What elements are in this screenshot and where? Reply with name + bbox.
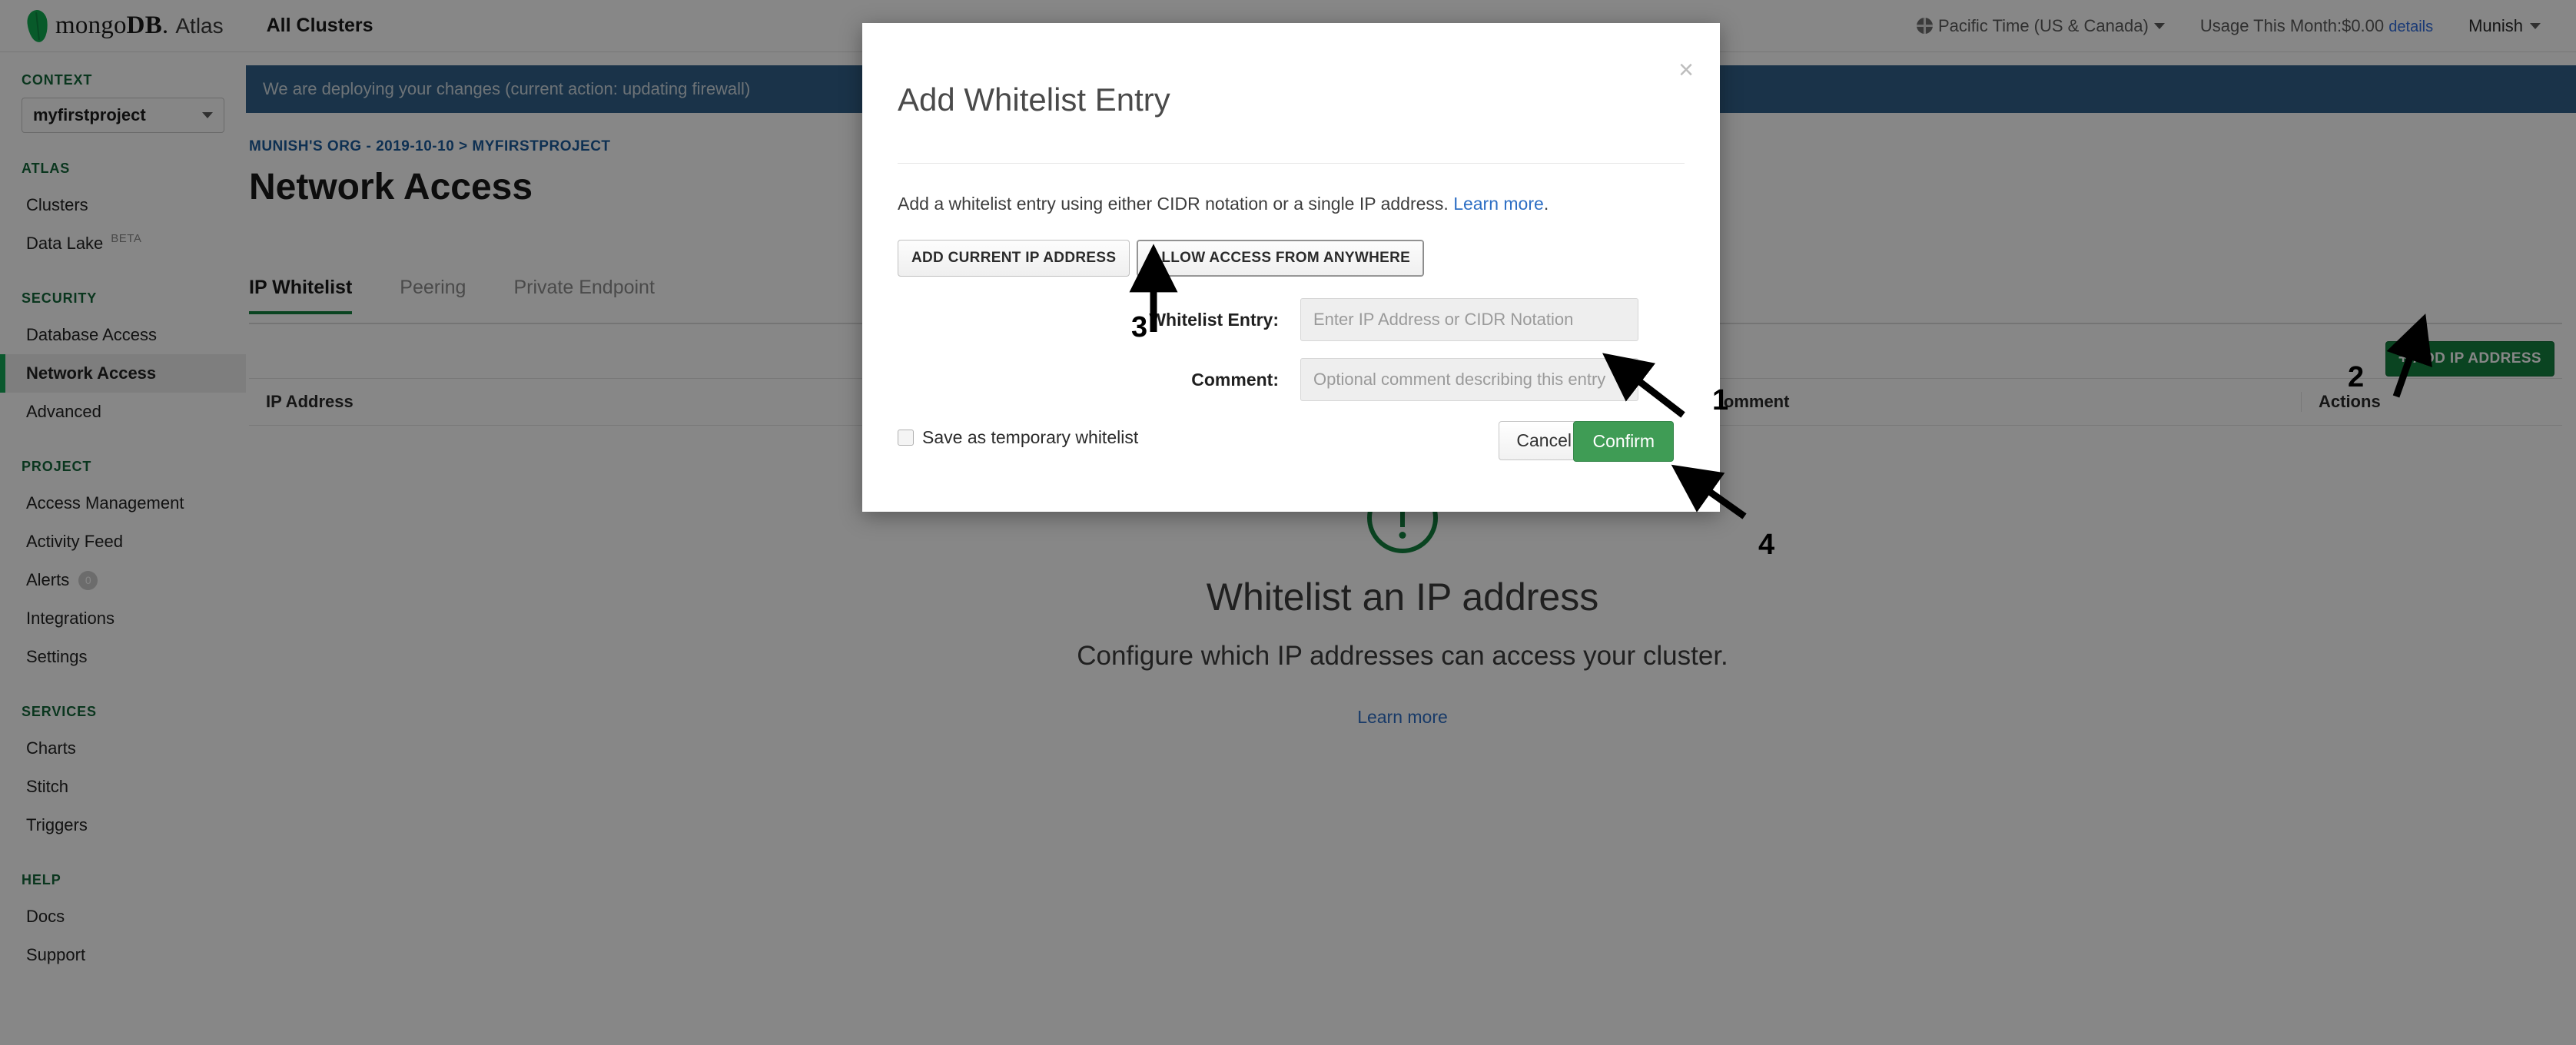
whitelist-entry-input[interactable]: Enter IP Address or CIDR Notation bbox=[1300, 298, 1638, 341]
all-clusters-link[interactable]: All Clusters bbox=[267, 15, 373, 37]
project-context-value: myfirstproject bbox=[33, 105, 146, 124]
sidebar-group-context: CONTEXT bbox=[22, 72, 93, 88]
beta-badge: BETA bbox=[111, 231, 142, 245]
sidebar-group-help: HELP bbox=[22, 872, 61, 887]
chevron-down-icon bbox=[202, 112, 213, 118]
chevron-down-icon bbox=[2530, 22, 2541, 29]
modal-description-text: Add a whitelist entry using either CIDR … bbox=[898, 194, 1454, 214]
sidebar-item-integrations[interactable]: Integrations bbox=[0, 599, 246, 638]
modal-footer: Save as temporary whitelist Cancel Confi… bbox=[862, 396, 1720, 512]
sidebar-item-label: Charts bbox=[26, 738, 76, 758]
modal-description-suffix: . bbox=[1543, 194, 1549, 214]
user-menu[interactable]: Munish bbox=[2468, 16, 2541, 36]
sidebar-item-network-access[interactable]: Network Access bbox=[0, 354, 246, 393]
sidebar-item-label: Database Access bbox=[26, 325, 157, 344]
sidebar-item-database-access[interactable]: Database Access bbox=[0, 316, 246, 354]
brand-atlas-text: Atlas bbox=[175, 13, 224, 38]
column-header-comment: Comment bbox=[1694, 392, 2301, 412]
confirm-button[interactable]: Confirm bbox=[1573, 421, 1674, 462]
modal-title: Add Whitelist Entry bbox=[898, 81, 1170, 118]
timezone-label: Pacific Time (US & Canada) bbox=[1937, 15, 2149, 35]
sidebar-item-label: Network Access bbox=[26, 363, 157, 383]
comment-input[interactable]: Optional comment describing this entry bbox=[1300, 358, 1638, 401]
mongodb-leaf-icon bbox=[25, 8, 50, 43]
sidebar-item-label: Data Lake bbox=[26, 234, 104, 253]
brand-wordmark: mongoDB. bbox=[55, 12, 168, 40]
add-ip-address-button[interactable]: + ADD IP ADDRESS bbox=[2385, 341, 2554, 377]
plus-icon: + bbox=[2398, 348, 2408, 367]
empty-state-subtitle: Configure which IP addresses can access … bbox=[1077, 641, 1728, 671]
breadcrumb[interactable]: MUNISH'S ORG - 2019-10-10 > MYFIRSTPROJE… bbox=[249, 138, 611, 155]
sidebar-item-data-lake[interactable]: Data Lake BETA bbox=[0, 224, 246, 263]
sidebar-item-label: Access Management bbox=[26, 493, 184, 513]
modal-divider bbox=[898, 163, 1685, 164]
allow-access-from-anywhere-button[interactable]: ALLOW ACCESS FROM ANYWHERE bbox=[1137, 240, 1425, 277]
sidebar-item-label: Settings bbox=[26, 647, 88, 666]
brand-mongo-text: mongo bbox=[55, 12, 127, 39]
timezone-selector[interactable]: Pacific Time (US & Canada) bbox=[1916, 15, 2165, 36]
save-as-temporary-whitelist-checkbox[interactable]: Save as temporary whitelist bbox=[898, 427, 1138, 448]
sidebar-item-label: Docs bbox=[26, 907, 65, 926]
page-title: Network Access bbox=[249, 167, 533, 207]
add-whitelist-entry-modal: × Add Whitelist Entry Add a whitelist en… bbox=[862, 23, 1720, 512]
mongodb-atlas-logo[interactable]: mongoDB. Atlas bbox=[25, 8, 224, 43]
add-ip-address-label: ADD IP ADDRESS bbox=[2412, 350, 2541, 367]
checkbox-icon bbox=[898, 430, 914, 446]
add-current-ip-address-button[interactable]: ADD CURRENT IP ADDRESS bbox=[898, 240, 1130, 277]
project-context-selector[interactable]: myfirstproject bbox=[22, 98, 224, 133]
checkbox-label: Save as temporary whitelist bbox=[922, 427, 1139, 447]
alerts-count-badge: 0 bbox=[78, 570, 98, 590]
sidebar-item-label: Alerts bbox=[26, 570, 70, 589]
sidebar-item-stitch[interactable]: Stitch bbox=[0, 768, 246, 806]
sidebar-item-label: Activity Feed bbox=[26, 532, 123, 551]
sidebar-item-support[interactable]: Support bbox=[0, 936, 246, 974]
empty-state-learn-more-link[interactable]: Learn more bbox=[1357, 707, 1448, 727]
globe-icon bbox=[1916, 18, 1933, 34]
sidebar-item-label: Stitch bbox=[26, 777, 69, 796]
tab-ip-whitelist[interactable]: IP Whitelist bbox=[249, 277, 353, 314]
empty-state: Whitelist an IP address Configure which … bbox=[246, 483, 2559, 728]
sidebar-item-label: Triggers bbox=[26, 815, 88, 834]
sidebar-group-atlas: ATLAS bbox=[22, 161, 71, 176]
sidebar-item-docs[interactable]: Docs bbox=[0, 897, 246, 936]
screen-root: mongoDB. Atlas All Clusters Pacific Time… bbox=[0, 0, 2576, 1045]
tab-peering[interactable]: Peering bbox=[400, 277, 466, 314]
sidebar-item-triggers[interactable]: Triggers bbox=[0, 806, 246, 844]
chevron-down-icon bbox=[2153, 22, 2165, 29]
close-icon[interactable]: × bbox=[1678, 57, 1694, 83]
sidebar-item-advanced[interactable]: Advanced bbox=[0, 393, 246, 431]
tab-private-endpoint[interactable]: Private Endpoint bbox=[513, 277, 654, 314]
brand-dot: . bbox=[161, 12, 169, 39]
sidebar-item-alerts[interactable]: Alerts 0 bbox=[0, 561, 246, 599]
sidebar-group-project: PROJECT bbox=[22, 459, 92, 474]
sidebar-item-access-management[interactable]: Access Management bbox=[0, 484, 246, 522]
empty-state-title: Whitelist an IP address bbox=[1206, 576, 1599, 619]
sidebar: CONTEXT myfirstproject ATLAS Clusters Da… bbox=[0, 52, 246, 1045]
sidebar-group-services: SERVICES bbox=[22, 704, 97, 719]
sidebar-item-label: Integrations bbox=[26, 609, 115, 628]
quick-action-buttons: ADD CURRENT IP ADDRESS ALLOW ACCESS FROM… bbox=[898, 240, 1425, 277]
sidebar-item-label: Support bbox=[26, 945, 86, 964]
sidebar-item-activity-feed[interactable]: Activity Feed bbox=[0, 522, 246, 561]
comment-row: Comment: Optional comment describing thi… bbox=[862, 358, 1720, 401]
usage-label: Usage This Month:$0.00 bbox=[2199, 15, 2385, 35]
comment-label: Comment: bbox=[1191, 369, 1279, 390]
whitelist-entry-label: Whitelist Entry: bbox=[1149, 309, 1279, 330]
usage-details-link[interactable]: details bbox=[2388, 18, 2433, 35]
modal-learn-more-link[interactable]: Learn more bbox=[1453, 194, 1544, 214]
topbar-right-group: Pacific Time (US & Canada) Usage This Mo… bbox=[1916, 15, 2541, 36]
sidebar-item-label: Advanced bbox=[26, 402, 101, 421]
whitelist-entry-row: Whitelist Entry: Enter IP Address or CID… bbox=[862, 298, 1720, 341]
sidebar-item-label: Clusters bbox=[26, 195, 88, 214]
sidebar-item-settings[interactable]: Settings bbox=[0, 638, 246, 676]
sidebar-item-charts[interactable]: Charts bbox=[0, 729, 246, 768]
sidebar-item-clusters[interactable]: Clusters bbox=[0, 186, 246, 224]
sidebar-group-security: SECURITY bbox=[22, 290, 98, 306]
column-header-actions: Actions bbox=[2301, 392, 2562, 412]
user-name-label: Munish bbox=[2468, 15, 2523, 35]
brand-db-text: DB bbox=[126, 12, 162, 39]
modal-description: Add a whitelist entry using either CIDR … bbox=[898, 194, 1549, 214]
usage-summary: Usage This Month:$0.00 details bbox=[2200, 16, 2433, 36]
